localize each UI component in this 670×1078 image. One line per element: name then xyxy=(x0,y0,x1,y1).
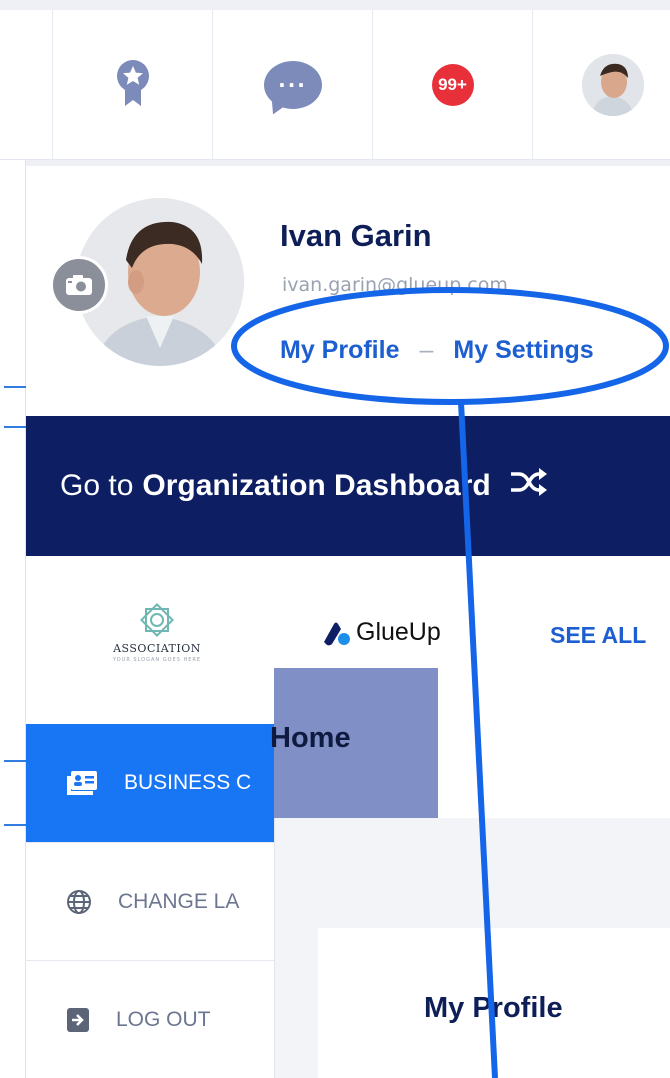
award-ribbon-icon xyxy=(115,58,151,112)
menu-item-label: BUSINESS C xyxy=(124,771,252,794)
glueup-name: GlueUp xyxy=(356,618,441,646)
background-page-strip xyxy=(0,160,34,1078)
background-marker xyxy=(4,386,26,388)
badges-button[interactable] xyxy=(52,10,212,160)
profile-links: My Profile – My Settings xyxy=(280,336,594,365)
avatar xyxy=(581,54,644,116)
association-tagline: YOUR SLOGAN GOES HERE xyxy=(112,657,202,663)
user-email: ivan.garin@glueup.com xyxy=(282,274,508,296)
profile-summary: Ivan Garin ivan.garin@glueup.com My Prof… xyxy=(26,166,670,416)
business-card-icon xyxy=(67,771,97,795)
home-tab[interactable]: Home xyxy=(270,668,438,818)
shuffle-icon xyxy=(509,468,549,504)
notification-count-badge: 99+ xyxy=(431,64,474,106)
globe-icon xyxy=(67,889,91,914)
camera-icon xyxy=(66,275,92,295)
menu-item-log-out[interactable]: LOG OUT xyxy=(26,960,276,1078)
association-name: ASSOCIATION xyxy=(113,642,201,655)
association-organization[interactable]: ASSOCIATION YOUR SLOGAN GOES HERE xyxy=(102,600,212,680)
background-marker xyxy=(4,824,26,826)
org-dashboard-prefix: Go to xyxy=(60,469,134,502)
account-menu-button[interactable] xyxy=(532,10,670,160)
my-settings-link[interactable]: My Settings xyxy=(453,336,593,365)
org-dashboard-label: Organization Dashboard xyxy=(142,469,491,502)
link-separator: – xyxy=(419,336,434,364)
home-tab-label: Home xyxy=(270,722,351,754)
notifications-button[interactable]: 99+ xyxy=(372,10,532,160)
chat-bubble-icon: ··· xyxy=(263,61,322,109)
user-name: Ivan Garin xyxy=(280,218,432,253)
glueup-organization[interactable]: GlueUp xyxy=(322,618,441,647)
background-marker xyxy=(4,426,26,428)
menu-item-change-language[interactable]: CHANGE LA xyxy=(26,842,276,960)
logout-icon xyxy=(67,1007,89,1032)
menu-item-label: LOG OUT xyxy=(116,1007,211,1031)
see-all-organizations-link[interactable]: SEE ALL xyxy=(550,622,646,649)
go-to-organization-dashboard-button[interactable]: Go to Organization Dashboard xyxy=(26,416,670,556)
change-photo-button[interactable] xyxy=(50,256,108,314)
menu-item-label: CHANGE LA xyxy=(118,889,240,913)
page-title: My Profile xyxy=(424,992,563,1024)
messages-button[interactable]: ··· xyxy=(212,10,372,160)
my-profile-link[interactable]: My Profile xyxy=(280,336,399,365)
header-icon-bar: ··· 99+ xyxy=(0,10,670,160)
glueup-logo-icon xyxy=(324,622,350,645)
association-logo-icon xyxy=(140,603,174,637)
background-marker xyxy=(4,760,26,762)
menu-item-business-card[interactable]: BUSINESS C xyxy=(26,724,276,842)
